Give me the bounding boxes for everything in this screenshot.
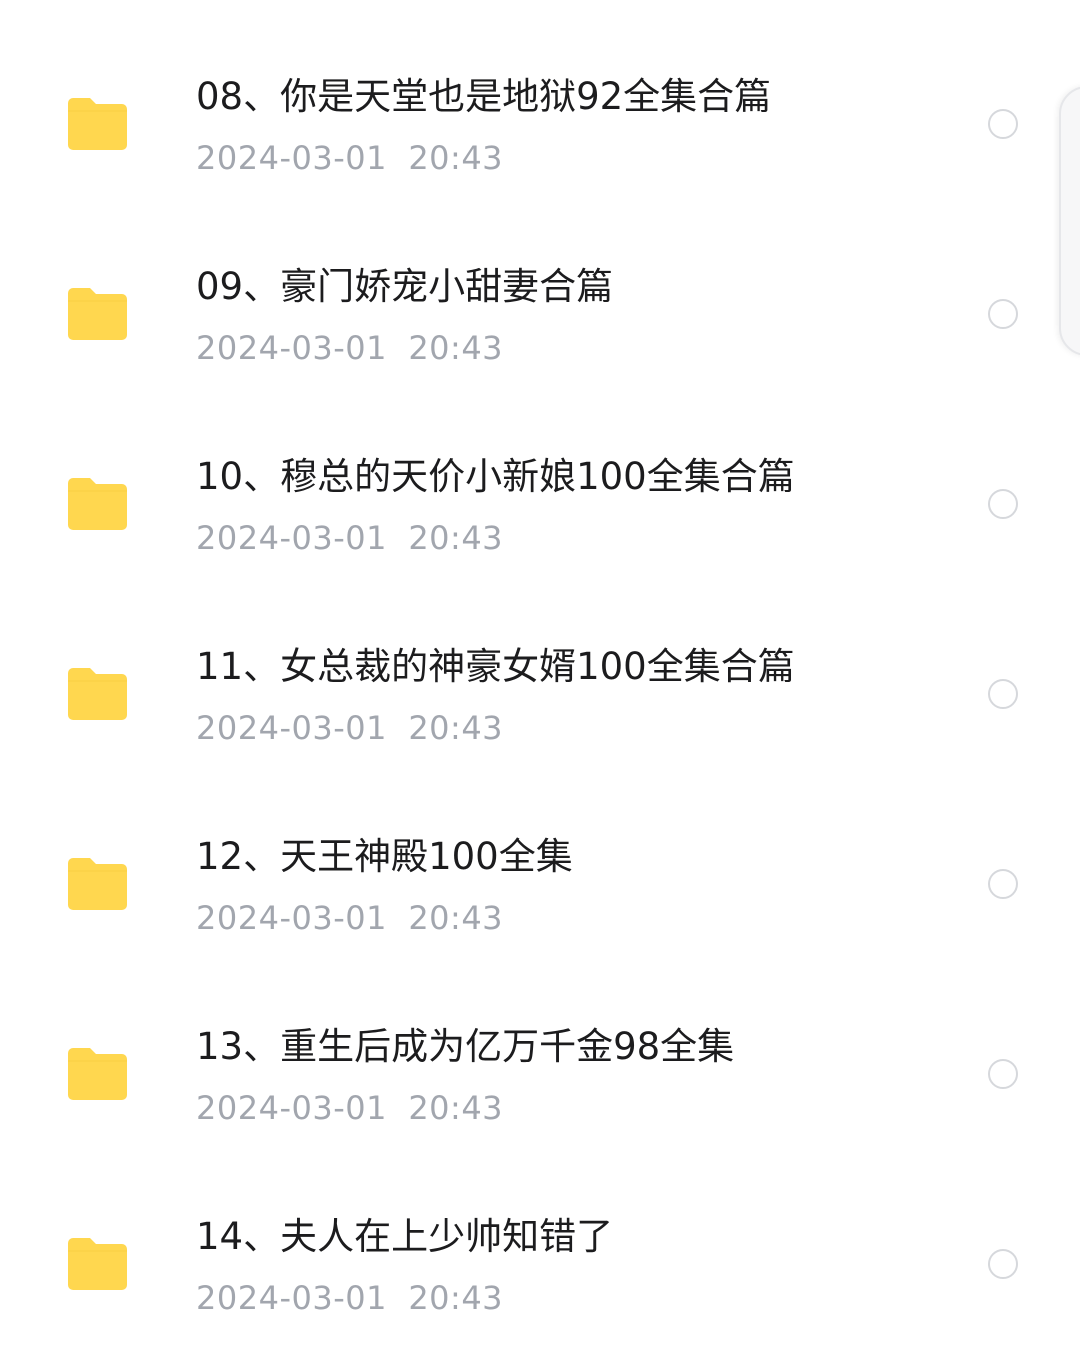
- select-radio[interactable]: [988, 1249, 1018, 1279]
- folder-icon: [68, 478, 127, 530]
- file-time: 20:43: [408, 1089, 504, 1127]
- file-date: 2024-03-01: [196, 899, 387, 937]
- file-name: 12、天王神殿100全集: [196, 835, 573, 878]
- file-row[interactable]: 13、重生后成为亿万千金98全集 2024-03-01 20:43: [0, 974, 1050, 1164]
- file-timestamp: 2024-03-01 20:43: [196, 707, 503, 749]
- folder-icon: [68, 1238, 127, 1290]
- file-timestamp: 2024-03-01 20:43: [196, 1277, 503, 1319]
- file-name: 13、重生后成为亿万千金98全集: [196, 1025, 735, 1068]
- file-row[interactable]: 10、穆总的天价小新娘100全集合篇 2024-03-01 20:43: [0, 404, 1050, 594]
- select-radio[interactable]: [988, 869, 1018, 899]
- select-radio[interactable]: [988, 109, 1018, 139]
- file-date: 2024-03-01: [196, 139, 387, 177]
- file-timestamp: 2024-03-01 20:43: [196, 137, 503, 179]
- file-timestamp: 2024-03-01 20:43: [196, 327, 503, 369]
- file-row[interactable]: 08、你是天堂也是地狱92全集合篇 2024-03-01 20:43: [0, 24, 1050, 214]
- file-timestamp: 2024-03-01 20:43: [196, 897, 503, 939]
- file-time: 20:43: [408, 519, 504, 557]
- file-date: 2024-03-01: [196, 519, 387, 557]
- file-time: 20:43: [408, 899, 504, 937]
- file-time: 20:43: [408, 139, 504, 177]
- file-row[interactable]: 14、夫人在上少帅知错了 2024-03-01 20:43: [0, 1164, 1050, 1354]
- folder-icon: [68, 1048, 127, 1100]
- file-date: 2024-03-01: [196, 1089, 387, 1127]
- file-name: 11、女总裁的神豪女婿100全集合篇: [196, 645, 795, 688]
- file-timestamp: 2024-03-01 20:43: [196, 1087, 503, 1129]
- folder-icon: [68, 98, 127, 150]
- file-time: 20:43: [408, 329, 504, 367]
- file-row[interactable]: 11、女总裁的神豪女婿100全集合篇 2024-03-01 20:43: [0, 594, 1050, 784]
- file-name: 10、穆总的天价小新娘100全集合篇: [196, 455, 795, 498]
- folder-icon: [68, 288, 127, 340]
- side-scroll-handle[interactable]: [1059, 86, 1080, 356]
- select-radio[interactable]: [988, 489, 1018, 519]
- file-row[interactable]: 09、豪门娇宠小甜妻合篇 2024-03-01 20:43: [0, 214, 1050, 404]
- file-time: 20:43: [408, 1279, 504, 1317]
- file-timestamp: 2024-03-01 20:43: [196, 517, 503, 559]
- file-date: 2024-03-01: [196, 1279, 387, 1317]
- file-name: 08、你是天堂也是地狱92全集合篇: [196, 75, 772, 118]
- file-list: 08、你是天堂也是地狱92全集合篇 2024-03-01 20:43 09、豪门…: [0, 0, 1080, 1329]
- folder-icon: [68, 858, 127, 910]
- file-name: 14、夫人在上少帅知错了: [196, 1215, 614, 1258]
- select-radio[interactable]: [988, 679, 1018, 709]
- file-date: 2024-03-01: [196, 329, 387, 367]
- folder-icon: [68, 668, 127, 720]
- file-date: 2024-03-01: [196, 709, 387, 747]
- file-name: 09、豪门娇宠小甜妻合篇: [196, 265, 614, 308]
- select-radio[interactable]: [988, 1059, 1018, 1089]
- select-radio[interactable]: [988, 299, 1018, 329]
- file-time: 20:43: [408, 709, 504, 747]
- file-row[interactable]: 12、天王神殿100全集 2024-03-01 20:43: [0, 784, 1050, 974]
